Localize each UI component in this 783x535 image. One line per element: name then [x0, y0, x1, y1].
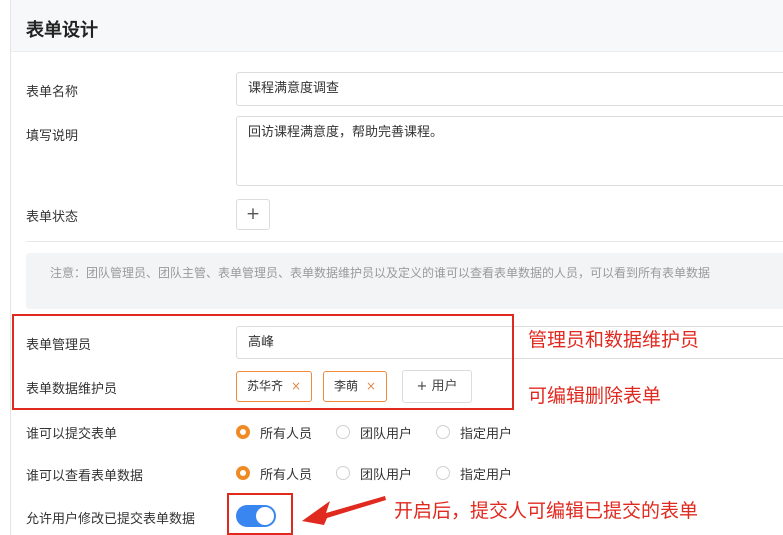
plus-icon: +	[245, 204, 261, 224]
radio-label: 指定用户	[460, 427, 513, 442]
radio-label: 所有人员	[260, 427, 313, 442]
radio-dot	[436, 466, 450, 480]
form-desc-label: 填写说明	[26, 129, 79, 144]
radio-dot	[236, 466, 250, 480]
allow-edit-label: 允许用户修改已提交表单数据	[26, 512, 196, 527]
view-permission-label: 谁可以查看表单数据	[26, 469, 144, 484]
form-name-value: 课程满意度调查	[248, 81, 340, 96]
add-status-button[interactable]: +	[236, 199, 270, 230]
panel-header: 表单设计	[11, 0, 783, 52]
annotation-toggle-note: 开启后，提交人可编辑已提交的表单	[394, 500, 699, 522]
radio-label: 所有人员	[260, 468, 313, 483]
divider	[26, 241, 783, 242]
radio-dot	[336, 425, 350, 439]
radio-label: 团队用户	[360, 427, 413, 442]
radio-label: 团队用户	[360, 468, 413, 483]
radio-dot	[336, 466, 350, 480]
form-name-label: 表单名称	[26, 85, 79, 100]
annotation-can-edit: 可编辑删除表单	[528, 385, 662, 407]
notice-text: 注意：团队管理员、团队主管、表单管理员、表单数据维护员以及定义的谁可以查看表单数…	[50, 266, 711, 280]
notice-box: 注意：团队管理员、团队主管、表单管理员、表单数据维护员以及定义的谁可以查看表单数…	[26, 253, 783, 309]
form-status-label: 表单状态	[26, 210, 79, 225]
form-desc-textarea[interactable]: 回访课程满意度，帮助完善课程。	[236, 116, 783, 186]
radio-dot	[236, 425, 250, 439]
form-name-input[interactable]: 课程满意度调查	[236, 72, 783, 106]
submit-permission-label: 谁可以提交表单	[26, 427, 118, 442]
annotation-arrow-icon	[302, 496, 386, 525]
annotation-box-toggle	[227, 493, 293, 535]
radio-label: 指定用户	[460, 468, 513, 483]
annotation-box-roles	[12, 314, 514, 410]
form-desc-value: 回访课程满意度，帮助完善课程。	[248, 125, 444, 140]
page-title: 表单设计	[26, 20, 98, 41]
radio-dot	[436, 425, 450, 439]
annotation-roles: 管理员和数据维护员	[528, 329, 700, 351]
